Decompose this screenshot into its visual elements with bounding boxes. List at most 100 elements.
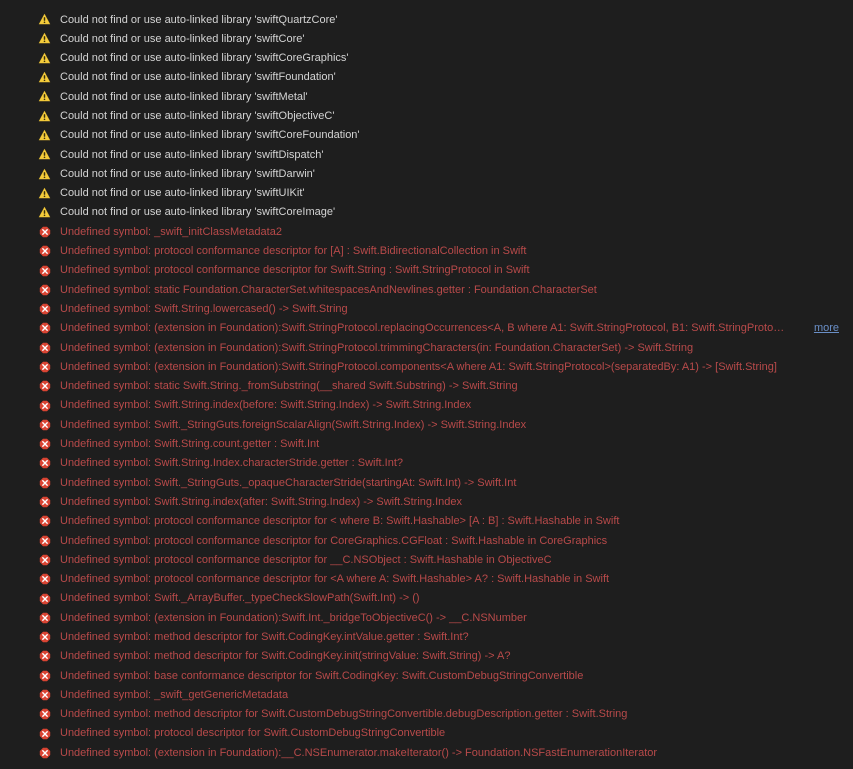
issue-row[interactable]: Undefined symbol: protocol conformance d…: [0, 531, 853, 550]
error-icon: [38, 573, 51, 586]
issue-text: Undefined symbol: Swift.String.index(bef…: [60, 398, 843, 412]
issue-text: Undefined symbol: Swift._ArrayBuffer._ty…: [60, 591, 843, 605]
issue-row[interactable]: Could not find or use auto-linked librar…: [0, 87, 853, 106]
issue-text: Undefined symbol: static Foundation.Char…: [60, 283, 843, 297]
issue-text: Undefined symbol: Swift._StringGuts.fore…: [60, 418, 843, 432]
error-icon: [38, 283, 51, 296]
issue-text: Undefined symbol: (extension in Foundati…: [60, 611, 843, 625]
issue-text: Undefined symbol: Swift._StringGuts._opa…: [60, 476, 843, 490]
issue-row[interactable]: Could not find or use auto-linked librar…: [0, 10, 853, 29]
issue-text: Undefined symbol: (extension in Foundati…: [60, 341, 843, 355]
issue-row[interactable]: Undefined symbol: method descriptor for …: [0, 705, 853, 724]
error-icon: [38, 457, 51, 470]
issue-row[interactable]: Undefined symbol: Swift.String.Index.cha…: [0, 454, 853, 473]
issue-row[interactable]: Could not find or use auto-linked librar…: [0, 184, 853, 203]
issue-row[interactable]: Undefined symbol: (extension in Foundati…: [0, 319, 853, 338]
issue-row[interactable]: Could not find or use auto-linked librar…: [0, 126, 853, 145]
issue-text: Could not find or use auto-linked librar…: [60, 128, 843, 142]
error-icon: [38, 611, 51, 624]
issue-row[interactable]: Undefined symbol: Swift._ArrayBuffer._ty…: [0, 589, 853, 608]
issue-text: Undefined symbol: protocol conformance d…: [60, 553, 843, 567]
issue-row[interactable]: Undefined symbol: _swift_initClassMetada…: [0, 222, 853, 241]
more-link[interactable]: more: [814, 321, 839, 335]
error-icon: [38, 264, 51, 277]
issue-row[interactable]: Could not find or use auto-linked librar…: [0, 106, 853, 125]
error-icon: [38, 380, 51, 393]
warning-icon: [38, 148, 51, 161]
issue-row[interactable]: Undefined symbol: (extension in Foundati…: [0, 608, 853, 627]
issue-list: Could not find or use auto-linked librar…: [0, 4, 853, 769]
error-icon: [38, 399, 51, 412]
issue-text: Undefined symbol: protocol conformance d…: [60, 263, 843, 277]
error-icon: [38, 496, 51, 509]
issue-text: Could not find or use auto-linked librar…: [60, 51, 843, 65]
issue-row[interactable]: Undefined symbol: protocol conformance d…: [0, 570, 853, 589]
issue-text: Undefined symbol: _swift_initClassMetada…: [60, 225, 843, 239]
issue-row[interactable]: Could not find or use auto-linked librar…: [0, 203, 853, 222]
issue-text: Undefined symbol: method descriptor for …: [60, 630, 843, 644]
issue-row[interactable]: Undefined symbol: _swift_getGenericMetad…: [0, 685, 853, 704]
warning-icon: [38, 206, 51, 219]
warning-icon: [38, 32, 51, 45]
issue-text: Could not find or use auto-linked librar…: [60, 70, 843, 84]
issue-text: Undefined symbol: static Swift.String._f…: [60, 379, 843, 393]
warning-icon: [38, 13, 51, 26]
error-icon: [38, 727, 51, 740]
issue-row[interactable]: Undefined symbol: static Swift.String._f…: [0, 377, 853, 396]
issue-row[interactable]: Undefined symbol: protocol conformance d…: [0, 512, 853, 531]
issue-text: Undefined symbol: protocol conformance d…: [60, 572, 843, 586]
issue-row[interactable]: Could not find or use auto-linked librar…: [0, 29, 853, 48]
issue-row[interactable]: Could not find or use auto-linked librar…: [0, 68, 853, 87]
issue-row[interactable]: Undefined symbol: (extension in Foundati…: [0, 743, 853, 762]
issue-text: Could not find or use auto-linked librar…: [60, 205, 843, 219]
issue-row[interactable]: Could not find or use auto-linked librar…: [0, 145, 853, 164]
issue-row[interactable]: Undefined symbol: protocol conformance d…: [0, 550, 853, 569]
error-icon: [38, 534, 51, 547]
error-icon: [38, 418, 51, 431]
issue-text: Undefined symbol: Swift.String.count.get…: [60, 437, 843, 451]
issue-text: Could not find or use auto-linked librar…: [60, 32, 843, 46]
error-icon: [38, 341, 51, 354]
error-icon: [38, 322, 51, 335]
issue-text: Undefined symbol: (extension in Foundati…: [60, 360, 843, 374]
issue-text: Could not find or use auto-linked librar…: [60, 167, 843, 181]
issue-row[interactable]: Undefined symbol: Swift.String.index(aft…: [0, 492, 853, 511]
error-icon: [38, 631, 51, 644]
issue-text: Undefined symbol: protocol conformance d…: [60, 534, 843, 548]
issue-row[interactable]: Undefined symbol: base conformance descr…: [0, 666, 853, 685]
issue-row[interactable]: Undefined symbol: Swift.String.count.get…: [0, 435, 853, 454]
issue-row[interactable]: Undefined symbol: protocol conformance d…: [0, 261, 853, 280]
issue-text: Could not find or use auto-linked librar…: [60, 186, 843, 200]
error-icon: [38, 360, 51, 373]
issue-text: Undefined symbol: method descriptor for …: [60, 707, 843, 721]
error-icon: [38, 515, 51, 528]
issue-row[interactable]: Could not find or use auto-linked librar…: [0, 164, 853, 183]
error-icon: [38, 303, 51, 316]
issue-row[interactable]: Undefined symbol: protocol conformance d…: [0, 242, 853, 261]
issue-text: Could not find or use auto-linked librar…: [60, 13, 843, 27]
warning-icon: [38, 187, 51, 200]
issue-row[interactable]: Undefined symbol: method descriptor for …: [0, 647, 853, 666]
issue-text: Undefined symbol: method descriptor for …: [60, 649, 843, 663]
warning-icon: [38, 71, 51, 84]
error-icon: [38, 650, 51, 663]
issue-row[interactable]: Undefined symbol: static Foundation.Char…: [0, 280, 853, 299]
issue-row[interactable]: Undefined symbol: Swift._StringGuts._opa…: [0, 473, 853, 492]
error-icon: [38, 689, 51, 702]
issue-text: Undefined symbol: protocol descriptor fo…: [60, 726, 843, 740]
issue-row[interactable]: Could not find or use auto-linked librar…: [0, 49, 853, 68]
issue-row[interactable]: Undefined symbol: method descriptor for …: [0, 628, 853, 647]
error-icon: [38, 245, 51, 258]
issue-row[interactable]: Undefined symbol: (extension in Foundati…: [0, 357, 853, 376]
issue-row[interactable]: Undefined symbol: (extension in Foundati…: [0, 338, 853, 357]
issue-text: Undefined symbol: Swift.String.lowercase…: [60, 302, 843, 316]
warning-icon: [38, 90, 51, 103]
issue-row[interactable]: Undefined symbol: Swift._StringGuts.fore…: [0, 415, 853, 434]
issue-row[interactable]: Undefined symbol: Swift.String.lowercase…: [0, 299, 853, 318]
issue-row[interactable]: Undefined symbol: Swift.String.index(bef…: [0, 396, 853, 415]
issue-row[interactable]: Undefined symbol: protocol descriptor fo…: [0, 724, 853, 743]
issue-text: Undefined symbol: base conformance descr…: [60, 669, 843, 683]
issue-text: Could not find or use auto-linked librar…: [60, 148, 843, 162]
error-icon: [38, 746, 51, 759]
error-icon: [38, 476, 51, 489]
